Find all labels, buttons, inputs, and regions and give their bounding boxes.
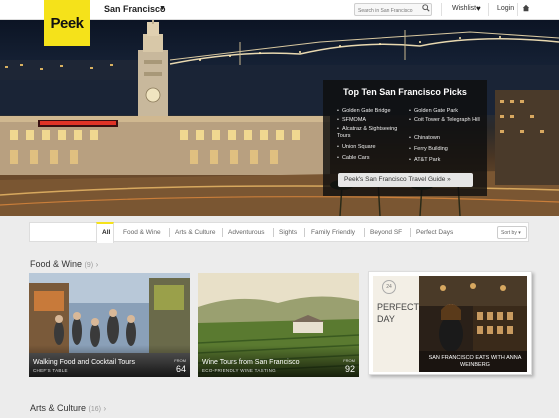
peek-logo[interactable]: Peek bbox=[44, 0, 90, 46]
pick-link[interactable]: Ferry Building bbox=[409, 146, 448, 153]
card-subtitle: CHEF'S TABLE bbox=[33, 368, 68, 373]
hero-image: Top Ten San Francisco Picks Golden Gate … bbox=[0, 20, 559, 216]
search-icon[interactable] bbox=[422, 4, 430, 12]
pick-link[interactable]: Golden Gate Bridge bbox=[337, 108, 391, 115]
section-count: (16) bbox=[88, 406, 101, 413]
activity-card-food-tours[interactable]: Walking Food and Cocktail Tours CHEF'S T… bbox=[29, 273, 190, 377]
divider bbox=[169, 228, 170, 237]
pick-link[interactable]: Coit Tower & Telegraph Hill bbox=[409, 117, 481, 124]
section-title: Food & Wine bbox=[30, 259, 83, 269]
perfect-day-card[interactable]: 24 PERFECT DAY SAN FRANCISCO EATS WITH A… bbox=[368, 271, 532, 375]
divider bbox=[222, 228, 223, 237]
card-price-label: FROM bbox=[174, 358, 186, 363]
perfect-day-number-badge: 24 bbox=[382, 280, 396, 294]
tab-beyond-sf[interactable]: Beyond SF bbox=[370, 229, 402, 236]
search-input[interactable] bbox=[354, 3, 432, 16]
divider bbox=[273, 228, 274, 237]
chevron-down-icon[interactable]: ▼ bbox=[159, 5, 166, 12]
divider bbox=[364, 228, 365, 237]
activity-card-wine-tours[interactable]: Wine Tours from San Francisco ECO-FRIEND… bbox=[198, 273, 359, 377]
pick-link[interactable]: AT&T Park bbox=[409, 157, 440, 164]
card-title: Walking Food and Cocktail Tours bbox=[33, 359, 135, 366]
divider bbox=[304, 228, 305, 237]
perfect-day-word: PERFECT bbox=[377, 302, 420, 312]
card-price: 92 bbox=[344, 364, 355, 374]
pick-link[interactable]: Chinatown bbox=[409, 135, 440, 142]
card-price: 64 bbox=[175, 364, 186, 374]
chevron-right-icon: › bbox=[103, 404, 107, 413]
card-price-label: FROM bbox=[343, 358, 355, 363]
pick-link[interactable]: Alcatraz & Sightseeing Tours bbox=[337, 126, 409, 140]
pick-link[interactable]: Golden Gate Park bbox=[409, 108, 458, 115]
top-picks-panel: Top Ten San Francisco Picks Golden Gate … bbox=[323, 80, 487, 196]
card-subtitle: ECO-FRIENDLY WINE TASTING bbox=[202, 368, 276, 373]
sort-label: Sort by bbox=[501, 230, 517, 236]
city-selector[interactable]: San Francisco bbox=[104, 4, 166, 14]
top-picks-title: Top Ten San Francisco Picks bbox=[343, 87, 467, 97]
chevron-down-icon: ▾ bbox=[518, 230, 521, 236]
wishlist-link[interactable]: Wishlist bbox=[452, 5, 476, 12]
pick-link[interactable]: Union Square bbox=[337, 144, 376, 151]
perfect-day-word: DAY bbox=[377, 314, 395, 324]
tab-adventurous[interactable]: Adventurous bbox=[228, 229, 265, 236]
tab-perfect-days[interactable]: Perfect Days bbox=[416, 229, 453, 236]
section-count: (9) bbox=[84, 262, 94, 269]
tab-food-wine[interactable]: Food & Wine bbox=[123, 229, 161, 236]
perfect-day-caption: SAN FRANCISCO EATS WITH ANNA WEINBERG bbox=[428, 355, 522, 368]
section-heading-food-wine[interactable]: Food & Wine (9) › bbox=[30, 259, 98, 269]
login-link[interactable]: Login bbox=[497, 5, 514, 12]
card-title: Wine Tours from San Francisco bbox=[202, 359, 300, 366]
tab-all[interactable]: All bbox=[102, 229, 110, 236]
section-heading-arts-culture[interactable]: Arts & Culture (16) › bbox=[30, 403, 106, 413]
tab-sights[interactable]: Sights bbox=[279, 229, 297, 236]
travel-guide-button[interactable]: Peek's San Francisco Travel Guide » bbox=[338, 173, 473, 187]
category-filter-bar: All Food & Wine Arts & Culture Adventuro… bbox=[29, 222, 529, 243]
home-icon[interactable] bbox=[522, 4, 530, 12]
pick-link[interactable]: SFMOMA bbox=[337, 117, 366, 124]
pick-link[interactable]: Cable Cars bbox=[337, 155, 370, 162]
perfect-day-photo: 24 PERFECT DAY SAN FRANCISCO EATS WITH A… bbox=[373, 276, 527, 372]
divider bbox=[410, 228, 411, 237]
tab-arts-culture[interactable]: Arts & Culture bbox=[175, 229, 215, 236]
perfect-day-label-panel: 24 PERFECT DAY bbox=[373, 276, 419, 372]
chevron-right-icon: › bbox=[95, 260, 99, 269]
divider bbox=[441, 3, 442, 16]
section-title: Arts & Culture bbox=[30, 403, 87, 413]
sort-dropdown[interactable]: Sort by ▾ bbox=[497, 226, 527, 239]
heart-icon[interactable]: ♥ bbox=[476, 4, 481, 13]
divider bbox=[488, 3, 489, 16]
tab-family-friendly[interactable]: Family Friendly bbox=[311, 229, 355, 236]
divider bbox=[517, 3, 518, 16]
